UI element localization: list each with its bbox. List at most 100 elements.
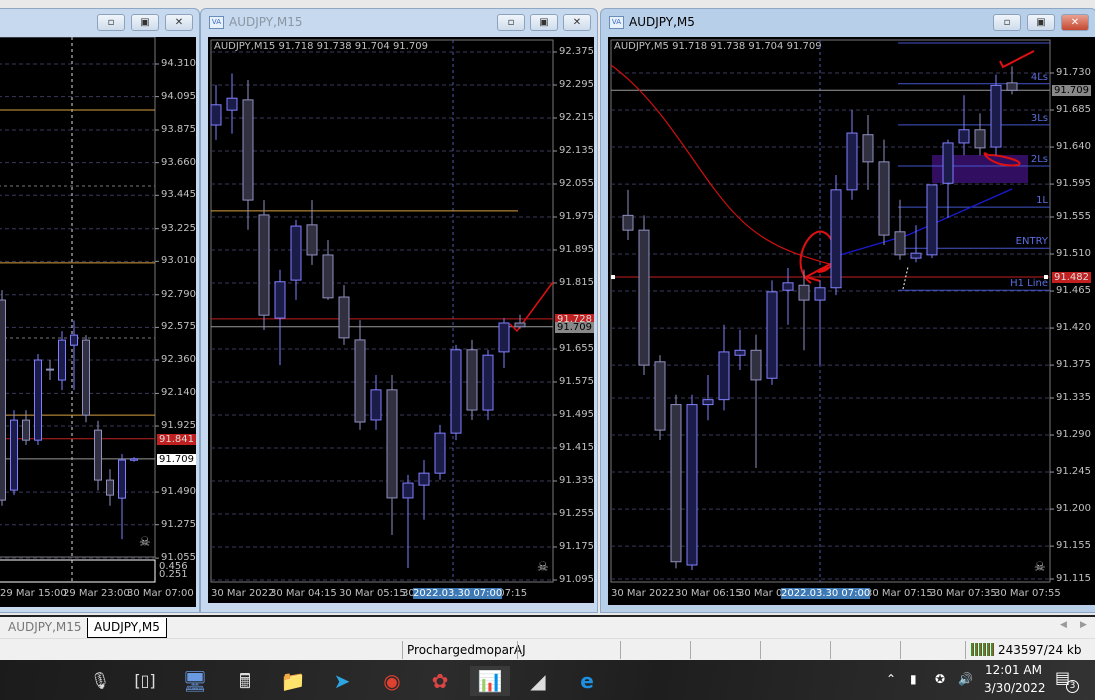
crosshair-time-label: 2022.03.30 07:00 xyxy=(413,588,503,599)
chart-canvas[interactable] xyxy=(208,37,594,603)
candle-body xyxy=(686,404,698,566)
computer-app-icon[interactable]: 🖥 xyxy=(175,666,215,696)
expert-skull-icon[interactable]: ☠ xyxy=(537,560,549,575)
price-axis-label: 92.055 xyxy=(559,178,594,189)
candle-bull xyxy=(450,344,462,441)
price-axis-label: 91.575 xyxy=(559,376,594,387)
candle-bull xyxy=(910,225,922,263)
candle-body xyxy=(82,339,90,416)
time-axis-label: 30 Mar 2022 xyxy=(611,588,675,599)
chart-left[interactable]: 94.310 94.095 93.875 93.660 93.445 93.225 93.0… xyxy=(0,37,196,607)
chart-window-icon: VA xyxy=(609,16,624,29)
candle-bull xyxy=(58,331,66,391)
candle-bull xyxy=(130,457,138,462)
price-axis-label: 91.655 xyxy=(559,343,594,354)
candle-bear xyxy=(862,114,874,190)
candle-body xyxy=(670,404,682,563)
calculator-icon[interactable]: 🖩 xyxy=(225,666,265,696)
price-axis-label: 91.495 xyxy=(559,409,594,420)
edge-icon[interactable]: e xyxy=(567,666,607,696)
candle-bear xyxy=(622,189,634,241)
level-label: ENTRY xyxy=(1015,236,1048,248)
price-axis-label: 91.115 xyxy=(1056,573,1091,585)
candle-bear xyxy=(106,469,114,506)
candle-body xyxy=(210,104,222,126)
close-button[interactable]: ✕ xyxy=(563,14,591,31)
plot-frame xyxy=(0,37,156,558)
candle-body xyxy=(798,284,810,301)
candle-body xyxy=(130,458,138,461)
candle-body xyxy=(106,479,114,496)
battery-icon[interactable]: ▮ xyxy=(910,672,917,686)
scroll-right-icon[interactable]: ▶ xyxy=(1080,620,1087,630)
chart-canvas[interactable] xyxy=(608,37,1095,605)
candle-bull xyxy=(10,410,18,496)
clock-time[interactable]: 12:01 AM xyxy=(985,663,1042,677)
minimize-button[interactable]: ▫ xyxy=(97,14,125,31)
candle-bull xyxy=(210,85,222,140)
volume-icon[interactable]: 🔊 xyxy=(958,672,973,686)
last-price-tag: 91.709 xyxy=(555,321,594,333)
price-axis-label: 91.200 xyxy=(1056,503,1091,515)
candle-body xyxy=(402,482,414,499)
sticky-notes-icon[interactable]: ◢ xyxy=(518,666,558,696)
candle-body xyxy=(370,389,382,421)
candle-bull xyxy=(926,184,938,259)
hand-drawn-checkmark xyxy=(999,50,1035,69)
candle-body xyxy=(418,472,430,486)
chart-window-icon: VA xyxy=(209,16,224,29)
line-handle[interactable] xyxy=(611,275,615,280)
indicator-subwindow[interactable] xyxy=(0,559,156,583)
candle-bear xyxy=(638,215,650,375)
show-hidden-icons-icon[interactable]: ⌃ xyxy=(886,672,896,686)
chrome-icon[interactable]: ◉ xyxy=(372,666,412,696)
time-axis-label: 30 Mar 07:15 xyxy=(866,588,933,599)
maximize-button[interactable]: ▣ xyxy=(530,14,558,31)
crosshair-time-label: 2022.03.30 07:00 xyxy=(781,588,871,599)
microphone-icon[interactable]: 🎙 xyxy=(80,666,120,696)
candle-body xyxy=(1006,82,1018,91)
tab-audjpy-m15[interactable]: AUDJPY,M15 xyxy=(2,618,88,638)
task-view-icon[interactable]: [▯] xyxy=(125,666,165,696)
candle-bull xyxy=(686,394,698,570)
price-axis-label: 91.815 xyxy=(559,277,594,288)
time-axis-label: 30 Mar 06:15 xyxy=(675,588,742,599)
price-axis-label: 91.730 xyxy=(1056,67,1091,78)
candle-body xyxy=(290,225,302,281)
price-axis-label: 91.510 xyxy=(1056,248,1091,260)
minimize-button[interactable]: ▫ xyxy=(993,14,1021,31)
candle-bear xyxy=(974,113,986,156)
price-axis-label: 91.490 xyxy=(161,486,196,498)
candle-bull xyxy=(274,269,286,366)
paint-icon[interactable]: ✿ xyxy=(420,666,460,696)
metatrader-icon[interactable]: 📊 xyxy=(470,666,510,696)
maximize-button[interactable]: ▣ xyxy=(1027,14,1055,31)
chart-m5[interactable]: AUDJPY,M5 91.718 91.738 91.704 91.709 91… xyxy=(608,37,1095,605)
wifi-icon[interactable]: ✪ xyxy=(935,672,945,686)
trend-line[interactable] xyxy=(839,188,1013,256)
price-axis-label: 91.335 xyxy=(1056,392,1091,403)
close-button[interactable]: ✕ xyxy=(1061,14,1089,31)
candle-body xyxy=(830,189,842,289)
price-axis-label: 94.310 xyxy=(161,58,196,69)
candle-bear xyxy=(354,320,366,430)
scroll-left-icon[interactable]: ◀ xyxy=(1060,620,1067,630)
close-button[interactable]: ✕ xyxy=(165,14,193,31)
expert-skull-icon[interactable]: ☠ xyxy=(139,535,151,550)
tab-audjpy-m5[interactable]: AUDJPY,M5 xyxy=(87,618,167,638)
candle-bear xyxy=(94,420,102,491)
maximize-button[interactable]: ▣ xyxy=(131,14,159,31)
bid-price-tag: 91.841 xyxy=(157,433,196,445)
telegram-icon[interactable]: ➤ xyxy=(322,666,362,696)
clock-date[interactable]: 3/30/2022 xyxy=(984,681,1046,695)
candle-body xyxy=(386,389,398,499)
file-explorer-icon[interactable]: 📁 xyxy=(273,666,313,696)
level-label: 3Ls xyxy=(1030,112,1048,124)
chart-m15[interactable]: AUDJPY,M15 91.718 91.738 91.704 91.709 9… xyxy=(208,37,594,603)
candle-bear xyxy=(670,394,682,569)
last-price-tag: 91.709 xyxy=(157,453,196,465)
candle-bull xyxy=(814,280,826,366)
minimize-button[interactable]: ▫ xyxy=(497,14,525,31)
price-axis-label: 91.895 xyxy=(559,244,594,255)
expert-skull-icon[interactable]: ☠ xyxy=(1034,560,1046,575)
